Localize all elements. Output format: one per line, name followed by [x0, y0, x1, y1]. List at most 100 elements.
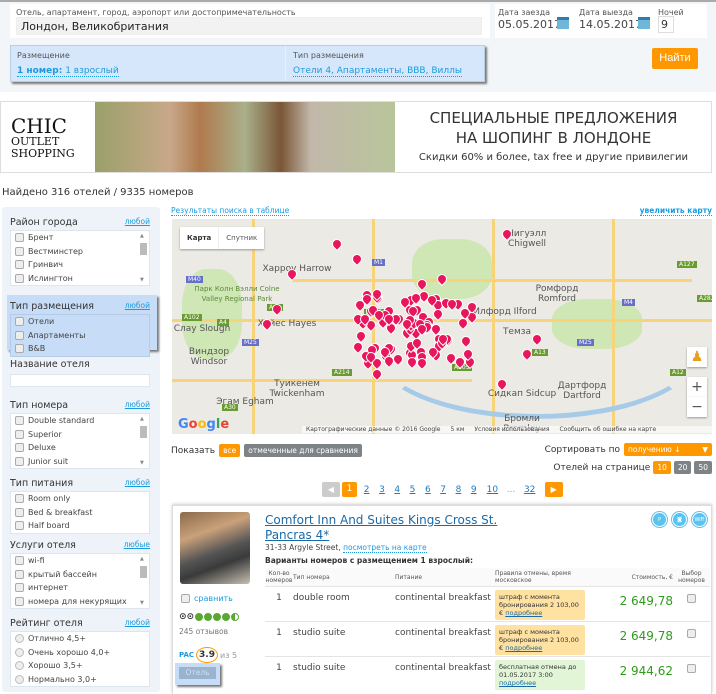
hotel-marker[interactable]: [349, 251, 365, 267]
page-link[interactable]: 6: [420, 485, 435, 495]
zoom-out-button[interactable]: −: [687, 397, 707, 417]
tab-map[interactable]: Карта: [180, 227, 218, 249]
filter-option[interactable]: Deluxe: [11, 441, 149, 455]
filter-option[interactable]: Очень хорошо 4,0+: [11, 646, 149, 660]
page-link[interactable]: 5: [405, 485, 420, 495]
acc-type-selector[interactable]: Тип размещения Отели 4, Апартаменты, BBB…: [287, 46, 485, 81]
filter-option[interactable]: Хорошо 3,5+: [11, 659, 149, 673]
laundry-icon: ◙: [672, 512, 687, 527]
next-page-button[interactable]: ▶: [544, 482, 563, 497]
page-link[interactable]: 32: [519, 485, 541, 495]
enlarge-map-link[interactable]: увеличить карту: [639, 206, 712, 216]
filter-option[interactable]: Гринвич: [11, 258, 149, 272]
filter-any-link[interactable]: любой: [125, 400, 150, 409]
filter-scrollbar[interactable]: ▲ ▼: [139, 416, 148, 466]
map-place-label: Дартфорд Dartford: [557, 381, 607, 401]
filter-scrollbar[interactable]: ▲ ▼: [139, 233, 148, 283]
ad-banner[interactable]: CHIC OUTLET SHOPPING СПЕЦИАЛЬНЫЕ ПРЕДЛОЖ…: [0, 101, 712, 173]
filter-any-link[interactable]: любой: [125, 618, 150, 627]
filter-option[interactable]: Апартаменты: [11, 329, 149, 343]
per-page-50[interactable]: 50: [694, 461, 712, 474]
guests-value: 1 взрослый: [65, 66, 119, 76]
show-compare-button[interactable]: отмеченные для сравнения: [244, 444, 362, 457]
per-page-20[interactable]: 20: [673, 461, 692, 474]
page-link[interactable]: 1: [342, 482, 357, 497]
filter-option[interactable]: Отлично 4,5+: [11, 632, 149, 646]
filter-option[interactable]: Junior suit: [11, 455, 149, 469]
filter-scrollbar[interactable]: ▲ ▼: [139, 556, 148, 606]
details-link[interactable]: подробнее: [505, 609, 542, 617]
filter-option[interactable]: Room only: [11, 492, 149, 506]
rooms-table-header: Кол-во номеров Тип номера Питание Правила о…: [265, 568, 710, 586]
page-link[interactable]: 2: [359, 485, 374, 495]
details-link[interactable]: подробнее: [499, 679, 536, 687]
page-link[interactable]: 8: [451, 485, 466, 495]
filter-option[interactable]: интернет: [11, 581, 149, 595]
filter-option[interactable]: Bed & breakfast: [11, 506, 149, 520]
page-link[interactable]: 9: [466, 485, 481, 495]
room-price: 2 649,78: [619, 629, 673, 643]
road-shield: A282: [697, 295, 712, 302]
rooms-selector[interactable]: Размещение 1 номер: 1 взрослый: [11, 46, 286, 81]
filter-any-link[interactable]: любой: [125, 301, 150, 310]
filter-any-link[interactable]: любые: [124, 540, 150, 549]
filter-option[interactable]: Double standard: [11, 414, 149, 428]
page-link[interactable]: 7: [435, 485, 450, 495]
filter-any-link[interactable]: любой: [125, 478, 150, 487]
compare-checkbox[interactable]: сравнить: [181, 594, 233, 603]
sort-control: Сортировать по получению ↓ ▼: [545, 443, 712, 456]
pegman-icon[interactable]: ♟: [687, 347, 707, 367]
hotels-map[interactable]: Чигуэлл Chigwell Харроу Harrow Парк Колн В…: [172, 219, 712, 434]
table-results-link[interactable]: Результаты поиска в таблице: [171, 206, 290, 216]
room-select-checkbox[interactable]: [687, 629, 696, 638]
zoom-in-button[interactable]: +: [687, 377, 707, 397]
map-place-label: Туикенем Twickenham: [269, 379, 325, 399]
room-select-checkbox[interactable]: [687, 664, 696, 673]
checkout-input[interactable]: 14.05.2017: [579, 18, 642, 31]
show-all-button[interactable]: все: [219, 444, 241, 457]
terms-link[interactable]: Условия использования: [474, 426, 549, 433]
calendar-icon[interactable]: [557, 17, 569, 29]
page-link[interactable]: 10: [481, 485, 503, 495]
show-on-map-link[interactable]: посмотреть на карте: [343, 543, 427, 553]
filter-option[interactable]: Half board: [11, 519, 149, 533]
tripadvisor-rating: ⊙⊙: [179, 612, 240, 622]
hotel-address: 31-33 Argyle Street, посмотреть на карте: [265, 543, 427, 553]
hotel-button[interactable]: Отель: [179, 667, 216, 679]
hotel-marker[interactable]: [329, 236, 345, 252]
nights-input[interactable]: 9: [658, 16, 674, 33]
options-block: Размещение 1 номер: 1 взрослый Тип разме…: [10, 45, 485, 82]
filter-option[interactable]: wi-fi: [11, 554, 149, 568]
find-button[interactable]: Найти: [652, 48, 698, 69]
filter-option[interactable]: крытый бассейн: [11, 568, 149, 582]
filter-option[interactable]: Отели: [11, 315, 149, 329]
filter-option[interactable]: Нормально 3,0+: [11, 673, 149, 687]
room-select-checkbox[interactable]: [687, 594, 696, 603]
per-page-10[interactable]: 10: [653, 461, 671, 474]
filter-any-link[interactable]: любой: [125, 217, 150, 226]
hotel-name-link[interactable]: Comfort Inn And Suites Kings Cross St. P…: [265, 513, 505, 543]
filter-option[interactable]: Superior: [11, 428, 149, 442]
checkin-input[interactable]: 05.05.2017: [498, 18, 561, 31]
hotel-name-input[interactable]: [10, 374, 150, 387]
chevron-down-icon: ▼: [702, 445, 708, 454]
page-link[interactable]: 4: [390, 485, 405, 495]
filter-option[interactable]: Вестминстер: [11, 245, 149, 259]
map-place-label: Ромфорд Romford: [535, 284, 579, 304]
filter-option[interactable]: Ислингтон: [11, 272, 149, 286]
filter-hotel-name: Название отеля: [10, 359, 150, 387]
page-link[interactable]: 3: [374, 485, 389, 495]
filter-option[interactable]: номера для некурящих: [11, 595, 149, 609]
filter-option[interactable]: Брент: [11, 231, 149, 245]
destination-input[interactable]: Лондон, Великобритания: [16, 17, 482, 35]
filter-title: Название отеля: [10, 359, 90, 370]
report-map-error-link[interactable]: Сообщить об ошибке на карте: [559, 426, 656, 433]
cancel-policy: бесплатная отмена до 01.05.2017 3:00 под…: [495, 660, 585, 690]
calendar-icon[interactable]: [638, 17, 650, 29]
hotel-photo[interactable]: [180, 512, 250, 584]
prev-page-button[interactable]: ◀: [322, 482, 340, 497]
sort-select[interactable]: получению ↓ ▼: [624, 443, 712, 456]
details-link[interactable]: подробнее: [505, 644, 542, 652]
filter-option[interactable]: B&B: [11, 342, 149, 356]
tab-satellite[interactable]: Спутник: [218, 227, 264, 249]
